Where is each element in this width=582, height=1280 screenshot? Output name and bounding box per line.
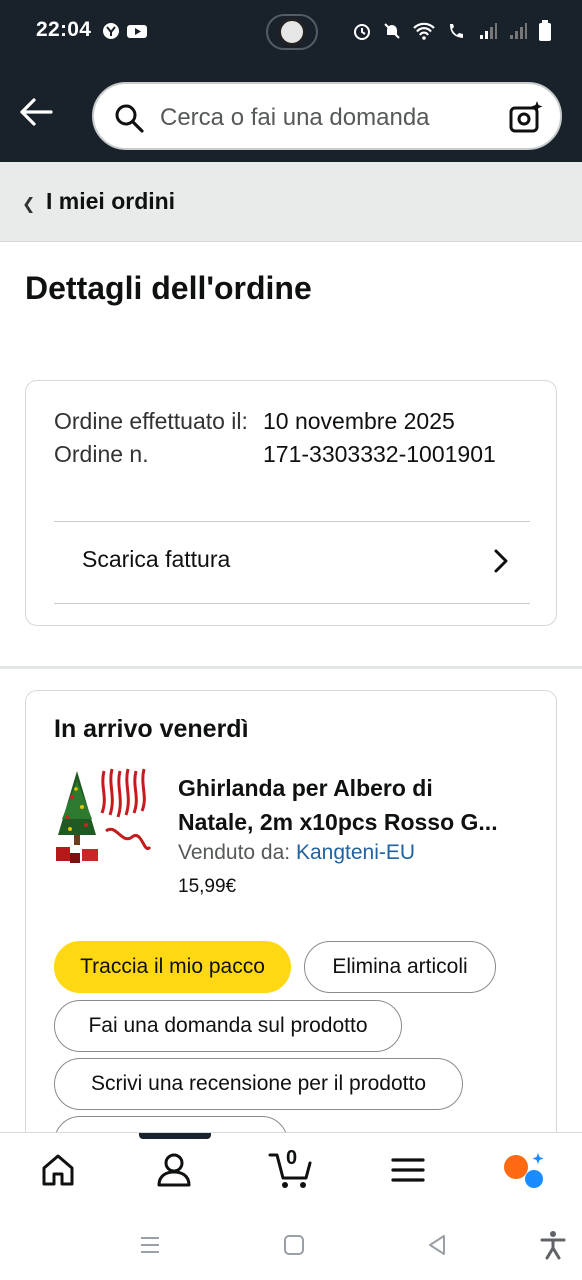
back-arrow-icon[interactable] <box>18 94 54 130</box>
product-title[interactable]: Ghirlanda per Albero di Natale, 2m x10pc… <box>178 771 538 839</box>
accessibility-icon[interactable] <box>539 1230 567 1260</box>
youtube-icon <box>127 25 147 38</box>
product-thumbnail[interactable] <box>52 767 152 871</box>
download-invoice-row[interactable]: Scarica fattura <box>54 522 530 604</box>
chevron-right-icon <box>494 549 508 573</box>
order-info-card: Ordine effettuato il: Ordine n. 10 novem… <box>25 380 557 626</box>
search-input[interactable]: Cerca o fai una domanda <box>160 104 430 132</box>
divider <box>54 603 530 604</box>
seller-label: Venduto da: <box>178 841 291 864</box>
seller-link[interactable]: Kangteni-EU <box>296 841 415 864</box>
camera-search-icon[interactable] <box>508 99 544 135</box>
order-date-value: 10 novembre 2025 <box>263 408 455 434</box>
battery-icon <box>539 20 551 41</box>
order-number-label: Ordine n. <box>54 441 149 467</box>
page-title: Dettagli dell'ordine <box>25 270 312 306</box>
delivery-heading: In arrivo venerdì <box>54 715 249 743</box>
product-title-line2[interactable]: Natale, 2m x10pcs Rosso G... <box>178 805 538 839</box>
cart-count: 0 <box>286 1147 298 1169</box>
recent-apps-icon[interactable] <box>137 1232 163 1258</box>
notification-app-icon <box>103 23 119 39</box>
search-icon <box>115 104 144 133</box>
seller-info: Venduto da: Kangteni-EU <box>178 841 415 865</box>
signal-2-icon <box>510 23 527 39</box>
breadcrumb-label[interactable]: I miei ordini <box>46 188 175 215</box>
wifi-calling-icon <box>450 24 463 38</box>
search-bar[interactable]: Cerca o fai una domanda <box>92 82 562 150</box>
active-tab-indicator <box>139 1133 211 1139</box>
ask-product-question-button[interactable]: Fai una domanda sul prodotto <box>54 1000 402 1052</box>
signal-icon <box>480 23 497 39</box>
flashlight-indicator <box>266 14 318 50</box>
status-icons <box>352 20 552 42</box>
product-title-line1[interactable]: Ghirlanda per Albero di <box>178 771 538 805</box>
home-icon[interactable] <box>39 1151 77 1189</box>
system-navigation-bar <box>0 1210 582 1280</box>
order-labels: Ordine effettuato il: Ordine n. <box>54 405 254 471</box>
download-invoice-label[interactable]: Scarica fattura <box>82 546 230 573</box>
track-package-button[interactable]: Traccia il mio pacco <box>54 941 291 993</box>
shipment-card: In arrivo venerdì Ghirlanda per Albero d… <box>25 690 557 1170</box>
section-separator <box>0 666 582 669</box>
order-date-label: Ordine effettuato il: <box>54 408 248 434</box>
app-header: Cerca o fai una domanda <box>0 64 582 162</box>
home-button-icon[interactable] <box>281 1232 307 1258</box>
bottom-navigation: 0 <box>0 1132 582 1210</box>
assistant-icon[interactable] <box>502 1151 546 1189</box>
alarm-icon <box>354 24 370 40</box>
chevron-left-icon: ❮ <box>22 196 36 213</box>
write-review-button[interactable]: Scrivi una recensione per il prodotto <box>54 1058 463 1110</box>
order-number-value: 171-3303332-1001901 <box>263 441 496 467</box>
delete-items-button[interactable]: Elimina articoli <box>304 941 496 993</box>
breadcrumb[interactable]: ❮ I miei ordini <box>0 162 582 242</box>
status-bar: 22:04 <box>0 0 582 64</box>
order-values: 10 novembre 2025 171-3303332-1001901 <box>263 405 533 471</box>
wifi-icon <box>413 22 435 40</box>
status-time: 22:04 <box>36 18 92 41</box>
account-icon[interactable] <box>155 1151 193 1189</box>
back-button-icon[interactable] <box>424 1232 450 1258</box>
mute-icon <box>384 23 400 39</box>
menu-icon[interactable] <box>389 1151 427 1189</box>
product-price: 15,99€ <box>178 876 237 897</box>
